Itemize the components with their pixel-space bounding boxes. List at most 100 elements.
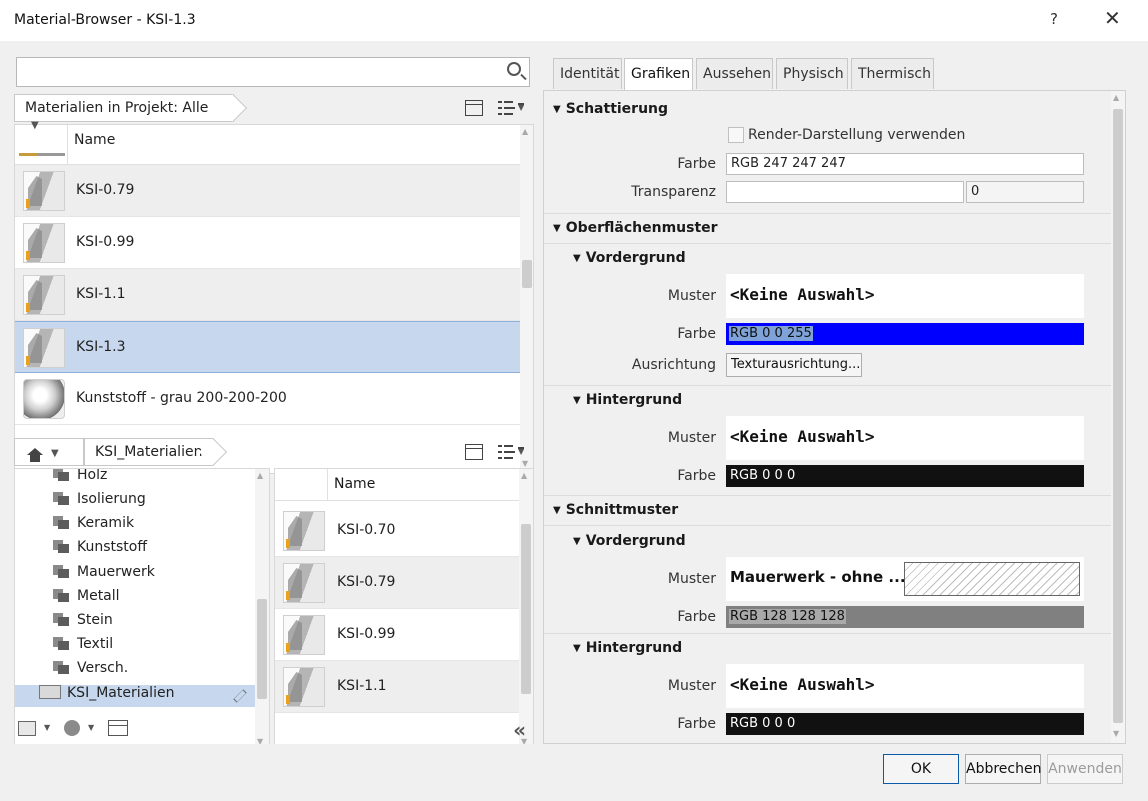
surface-background-pattern-field[interactable]: <Keine Auswahl> bbox=[726, 416, 1084, 460]
chevron-down-icon[interactable]: ▼ bbox=[31, 120, 39, 131]
tab-thermisch[interactable]: Thermisch bbox=[851, 58, 934, 89]
add-material-icon[interactable] bbox=[64, 720, 80, 736]
help-icon[interactable]: ? bbox=[1050, 10, 1058, 28]
list-item-label: KSI-0.79 bbox=[76, 182, 135, 198]
list-view-icon[interactable]: ▼ bbox=[498, 444, 525, 460]
render-appearance-checkbox[interactable] bbox=[728, 127, 744, 143]
folder-icon bbox=[53, 469, 69, 481]
folder-icon bbox=[53, 637, 69, 650]
collapse-triangle-icon[interactable]: ▼ bbox=[553, 223, 561, 234]
vertical-scrollbar[interactable]: ▲ ▼ bbox=[520, 125, 533, 473]
folder-icon bbox=[53, 492, 69, 505]
home-button[interactable]: ▼ bbox=[14, 438, 84, 466]
library-bar: ▼ KSI_Materialien ▼ bbox=[14, 435, 534, 469]
transparency-slider[interactable] bbox=[726, 181, 964, 203]
surface-foreground-pattern-field[interactable]: <Keine Auswahl> bbox=[726, 274, 1084, 318]
close-icon[interactable]: ✕ bbox=[1104, 6, 1121, 30]
muster-label: Muster bbox=[667, 430, 716, 446]
surface-foreground-color-field[interactable]: RGB 0 0 255 bbox=[726, 323, 1084, 345]
ok-button[interactable]: OK bbox=[883, 754, 959, 784]
tree-item[interactable]: Stein bbox=[53, 612, 113, 634]
cut-background-color-field[interactable]: RGB 0 0 0 bbox=[726, 713, 1084, 735]
collapse-triangle-icon[interactable]: ▼ bbox=[553, 104, 561, 115]
transparenz-label: Transparenz bbox=[631, 184, 716, 200]
project-filter-label: Materialien in Projekt: Alle bbox=[25, 100, 209, 116]
list-item[interactable]: KSI-0.79 bbox=[275, 557, 519, 609]
company-logo bbox=[19, 153, 65, 156]
cut-background-pattern-field[interactable]: <Keine Auswahl> bbox=[726, 664, 1084, 708]
chevron-down-icon[interactable]: ▼ bbox=[88, 723, 94, 732]
section-oberflaechenmuster[interactable]: ▼ Oberflächenmuster bbox=[553, 220, 1121, 236]
tree-item[interactable]: Keramik bbox=[53, 515, 134, 537]
folder-icon bbox=[53, 516, 69, 529]
collapse-icon[interactable]: « bbox=[513, 718, 526, 742]
section-oberflaeche-hintergrund[interactable]: ▼ Hintergrund bbox=[573, 392, 1125, 408]
library-tree: Holz Isolierung Keramik Kunststoff Mauer… bbox=[14, 468, 270, 752]
project-filter-dropdown[interactable]: Materialien in Projekt: Alle ▼ bbox=[14, 94, 234, 131]
tree-item-selected[interactable]: KSI_Materialien bbox=[15, 685, 257, 707]
list-item[interactable]: KSI-0.99 bbox=[15, 217, 521, 269]
column-header-name[interactable]: Name bbox=[74, 132, 115, 148]
collapse-triangle-icon[interactable]: ▼ bbox=[573, 395, 581, 406]
vertical-scrollbar[interactable]: ▲ ▼ bbox=[1111, 91, 1125, 743]
tree-item[interactable]: Metall bbox=[53, 588, 120, 610]
list-item-label: KSI-1.3 bbox=[76, 339, 126, 355]
chevron-down-icon[interactable]: ▼ bbox=[44, 723, 50, 732]
tree-item[interactable]: Mauerwerk bbox=[53, 564, 155, 586]
list-item[interactable]: Kunststoff - grau 200-200-200 bbox=[15, 373, 521, 425]
library-breadcrumb[interactable]: KSI_Materialien bbox=[84, 438, 214, 466]
tree-item[interactable]: Holz bbox=[53, 469, 107, 489]
list-item[interactable]: KSI-0.79 bbox=[15, 165, 521, 217]
vertical-scrollbar[interactable]: ▲ ▼ bbox=[519, 469, 533, 751]
collapse-triangle-icon[interactable]: ▼ bbox=[573, 536, 581, 547]
list-item[interactable]: KSI-0.70 bbox=[275, 505, 519, 557]
folder-icon bbox=[53, 565, 69, 578]
column-header-name[interactable]: Name bbox=[334, 476, 375, 492]
tree-item[interactable]: Versch. bbox=[53, 660, 128, 682]
tree-item[interactable]: Isolierung bbox=[53, 491, 146, 513]
search-icon[interactable] bbox=[507, 62, 521, 76]
section-oberflaeche-vordergrund[interactable]: ▼ Vordergrund bbox=[573, 250, 1125, 266]
chevron-down-icon[interactable]: ▼ bbox=[51, 448, 59, 459]
list-item-selected[interactable]: KSI-1.3 bbox=[15, 321, 521, 373]
material-editor-icon[interactable] bbox=[108, 720, 128, 736]
material-thumbnail bbox=[283, 563, 325, 603]
vertical-scrollbar[interactable]: ▲ ▼ bbox=[255, 469, 269, 751]
tab-identitaet[interactable]: Identität bbox=[553, 58, 622, 89]
collapse-triangle-icon[interactable]: ▼ bbox=[553, 505, 561, 516]
apply-button[interactable]: Anwenden bbox=[1047, 754, 1123, 784]
search-input[interactable] bbox=[16, 57, 530, 87]
list-view-icon[interactable]: ▼ bbox=[498, 100, 525, 116]
panel-toggle-icon[interactable] bbox=[465, 100, 483, 116]
section-schnitt-hintergrund[interactable]: ▼ Hintergrund bbox=[573, 640, 1125, 656]
tree-item[interactable]: Textil bbox=[53, 636, 113, 658]
graphics-properties-panel: ▼ Schattierung Render-Darstellung verwend… bbox=[543, 90, 1126, 744]
transparency-value-field[interactable]: 0 bbox=[966, 181, 1084, 203]
collapse-triangle-icon[interactable]: ▼ bbox=[573, 253, 581, 264]
tab-grafiken[interactable]: Grafiken bbox=[624, 58, 693, 90]
material-thumbnail bbox=[283, 667, 325, 707]
tab-aussehen[interactable]: Aussehen bbox=[696, 58, 773, 89]
list-item[interactable]: KSI-0.99 bbox=[275, 609, 519, 661]
material-thumbnail bbox=[23, 328, 65, 368]
home-icon[interactable] bbox=[27, 448, 43, 462]
list-item[interactable]: KSI-1.1 bbox=[15, 269, 521, 321]
muster-label: Muster bbox=[667, 288, 716, 304]
section-schnitt-vordergrund[interactable]: ▼ Vordergrund bbox=[573, 533, 1125, 549]
panel-toggle-icon[interactable] bbox=[465, 444, 483, 460]
collapse-triangle-icon[interactable]: ▼ bbox=[573, 643, 581, 654]
texture-alignment-button[interactable]: Texturausrichtung... bbox=[726, 353, 862, 377]
section-schnittmuster[interactable]: ▼ Schnittmuster bbox=[553, 502, 1121, 518]
cancel-button[interactable]: Abbrechen bbox=[965, 754, 1041, 784]
tab-physisch[interactable]: Physisch bbox=[776, 58, 848, 89]
shading-color-field[interactable]: RGB 247 247 247 bbox=[726, 153, 1084, 175]
section-schattierung[interactable]: ▼ Schattierung bbox=[553, 101, 1121, 117]
library-manage-icon[interactable] bbox=[18, 721, 36, 736]
tree-item[interactable]: Kunststoff bbox=[53, 539, 147, 561]
surface-background-color-field[interactable]: RGB 0 0 0 bbox=[726, 465, 1084, 487]
window-title: Material-Browser - KSI-1.3 bbox=[14, 12, 196, 28]
list-item[interactable]: KSI-1.1 bbox=[275, 661, 519, 713]
pencil-icon[interactable] bbox=[233, 689, 247, 703]
cut-foreground-color-field[interactable]: RGB 128 128 128 bbox=[726, 606, 1084, 628]
dialog-footer: OK Abbrechen Anwenden bbox=[0, 744, 1148, 801]
